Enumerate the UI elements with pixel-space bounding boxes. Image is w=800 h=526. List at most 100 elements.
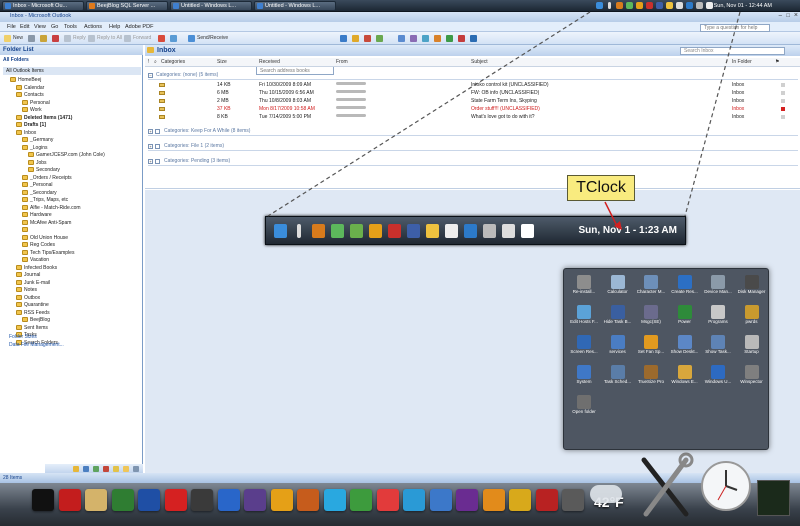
expand-icon[interactable]: +: [148, 159, 153, 164]
send-receive-button[interactable]: Send/Receive: [188, 34, 228, 43]
dock-app-icon[interactable]: [297, 489, 319, 511]
column-categories[interactable]: Categories: [161, 59, 185, 65]
tools-icon[interactable]: [636, 452, 696, 522]
tray-icon[interactable]: [369, 224, 382, 238]
app-shortcut[interactable]: Set Fan Sp...: [635, 335, 667, 364]
tray-icon[interactable]: [297, 224, 301, 238]
app-shortcut[interactable]: Edit Hosts F...: [568, 305, 600, 334]
taskbar-clock[interactable]: Sun, Nov 01 - 12:44 AM: [714, 2, 772, 10]
folder-item[interactable]: _Germany: [22, 137, 53, 143]
tool-button[interactable]: [434, 34, 442, 43]
message-row[interactable]: 8 KB Tue 7/14/2009 5:00 PM What's love got…: [145, 113, 800, 121]
task-firefox[interactable]: BeejBlog SQL Server ...: [86, 1, 168, 11]
checkbox-icon[interactable]: [155, 144, 160, 149]
maximize-button[interactable]: □: [786, 13, 790, 19]
app-shortcut[interactable]: Startup: [736, 335, 768, 364]
dock-app-icon[interactable]: [191, 489, 213, 511]
app-shortcut[interactable]: TrueSize Pro: [635, 365, 667, 394]
tray-icon[interactable]: [445, 224, 458, 238]
tray-icon[interactable]: [426, 224, 439, 238]
app-shortcut[interactable]: Power: [669, 305, 701, 334]
tray-app-icon[interactable]: [636, 2, 643, 9]
tray-app-icon[interactable]: [626, 2, 633, 9]
folder-item[interactable]: Hardware: [22, 212, 52, 218]
folder-item[interactable]: Work: [22, 107, 42, 113]
task-writer-2[interactable]: Untitled - Windows L...: [254, 1, 336, 11]
app-shortcut[interactable]: Character M...: [635, 275, 667, 304]
notes-nav-icon[interactable]: [113, 466, 119, 472]
dock-app-icon[interactable]: [403, 489, 425, 511]
sort-icon[interactable]: !: [148, 59, 149, 65]
app-shortcut[interactable]: System: [568, 365, 600, 394]
flag-icon[interactable]: [706, 2, 713, 9]
tool-button[interactable]: [422, 34, 430, 43]
calendar-nav-icon[interactable]: [83, 466, 89, 472]
column-in-folder[interactable]: In Folder: [732, 59, 752, 65]
menu-go[interactable]: Go: [51, 24, 58, 30]
group-file1[interactable]: + Categories: File 1 (2 items): [148, 143, 798, 151]
dock-app-icon[interactable]: [350, 489, 372, 511]
minimize-button[interactable]: –: [779, 13, 782, 19]
tray-icon[interactable]: [502, 224, 515, 238]
dock-app-icon[interactable]: [85, 489, 107, 511]
tray-icon[interactable]: [464, 224, 477, 238]
cpu-meter-icon[interactable]: [757, 480, 790, 516]
folder-item[interactable]: Outbox: [16, 294, 40, 301]
flag-button[interactable]: [158, 34, 166, 43]
collapse-icon[interactable]: −: [148, 73, 153, 78]
column-received[interactable]: Received: [259, 59, 280, 65]
tool-button[interactable]: [446, 34, 454, 43]
checkbox-icon[interactable]: [155, 129, 160, 134]
dock-app-icon[interactable]: [138, 489, 160, 511]
folder-list-nav-icon[interactable]: [123, 466, 129, 472]
flag-column-icon[interactable]: ⚑: [775, 59, 779, 65]
folder-item[interactable]: Journal: [16, 272, 40, 278]
folder-item[interactable]: HomeBeej: [10, 77, 41, 83]
app-shortcut[interactable]: Re-install...: [568, 275, 600, 304]
column-from[interactable]: From: [336, 59, 348, 65]
tray-icon[interactable]: [331, 224, 344, 238]
folder-item[interactable]: RSS Feeds: [16, 309, 50, 316]
tray-alert-icon[interactable]: [608, 2, 611, 9]
menu-edit[interactable]: Edit: [20, 24, 29, 30]
folder-item[interactable]: Personal: [22, 99, 50, 106]
print-button[interactable]: [28, 34, 36, 43]
volume-icon[interactable]: [696, 2, 703, 9]
tool-button[interactable]: [458, 34, 466, 43]
folder-item[interactable]: [22, 227, 30, 233]
app-shortcut[interactable]: Winspector: [736, 365, 768, 394]
message-row[interactable]: 6 MB Thu 10/15/2009 6:56 AM FW: OB info (U…: [145, 89, 800, 97]
tool-button[interactable]: [352, 34, 360, 43]
folder-item[interactable]: Junk E-mail: [16, 279, 50, 286]
tray-icon[interactable]: [312, 224, 325, 238]
expand-icon[interactable]: +: [148, 129, 153, 134]
tray-app-icon[interactable]: [596, 2, 603, 9]
folder-item[interactable]: Infected Books: [16, 264, 57, 271]
tray-icon[interactable]: [483, 224, 496, 238]
tray-app-icon[interactable]: [666, 2, 673, 9]
dock-app-icon[interactable]: [509, 489, 531, 511]
folder-item[interactable]: Calendar: [16, 84, 44, 91]
tclock-time[interactable]: Sun, Nov 1 - 1:23 AM: [578, 225, 677, 236]
dock-app-icon[interactable]: [32, 489, 54, 511]
tray-app-icon[interactable]: [646, 2, 653, 9]
tasks-nav-icon[interactable]: [103, 466, 109, 472]
tool-button[interactable]: [340, 34, 348, 43]
app-shortcut[interactable]: services: [602, 335, 634, 364]
folder-item[interactable]: McAfee Anti-Spam: [22, 219, 71, 226]
tray-icon[interactable]: [388, 224, 401, 238]
tray-app-icon[interactable]: [656, 2, 663, 9]
task-writer-1[interactable]: Untitled - Windows L...: [170, 1, 252, 11]
folder-item[interactable]: Alfie - Match-Ride.com: [22, 204, 81, 211]
task-outlook[interactable]: Inbox - Microsoft Ou...: [2, 1, 84, 11]
dock-app-icon[interactable]: [323, 489, 346, 511]
folder-item[interactable]: Drafts [1]: [16, 122, 46, 128]
shortcuts-nav-icon[interactable]: [133, 466, 139, 472]
app-shortcut[interactable]: Screen Res...: [568, 335, 600, 364]
group-pending[interactable]: + Categories: Pending (3 items): [148, 158, 798, 166]
clock-icon[interactable]: [700, 460, 752, 512]
folder-item[interactable]: Notes: [16, 287, 37, 293]
close-button[interactable]: ×: [794, 12, 798, 19]
all-outlook-items[interactable]: All Outlook Items: [3, 67, 141, 75]
message-row[interactable]: 37 KB Mon 8/17/2009 10:58 AM Order stuff!!…: [145, 105, 800, 113]
